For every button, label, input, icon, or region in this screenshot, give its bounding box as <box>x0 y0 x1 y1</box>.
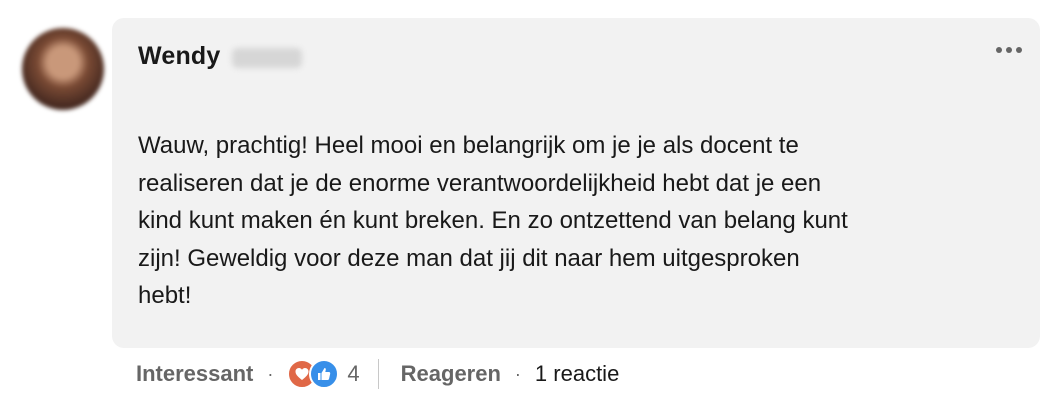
reply-button[interactable]: Reageren <box>401 361 501 387</box>
separator-dot: · <box>514 363 521 384</box>
separator-dot: · <box>267 363 274 384</box>
like-icon <box>309 359 340 389</box>
ellipsis-icon <box>996 47 1022 53</box>
more-options-button[interactable] <box>992 36 1026 64</box>
comment-bubble: Wendy Wauw, prachtig! Heel mooi en belan… <box>112 18 1040 348</box>
author-name[interactable]: Wendy <box>138 42 221 71</box>
replies-count-link[interactable]: 1 reactie <box>535 361 619 387</box>
comment-text: Wauw, prachtig! Heel mooi en belangrijk … <box>138 132 848 309</box>
react-button[interactable]: Interessant <box>136 361 253 387</box>
avatar[interactable] <box>22 28 104 110</box>
divider <box>377 359 379 389</box>
author-last-name-redacted <box>232 48 302 68</box>
reactions-summary[interactable]: 4 <box>287 359 360 389</box>
reaction-count: 4 <box>347 361 360 386</box>
comment-actions: Interessant · 4 Reageren · 1 reactie <box>136 356 619 392</box>
